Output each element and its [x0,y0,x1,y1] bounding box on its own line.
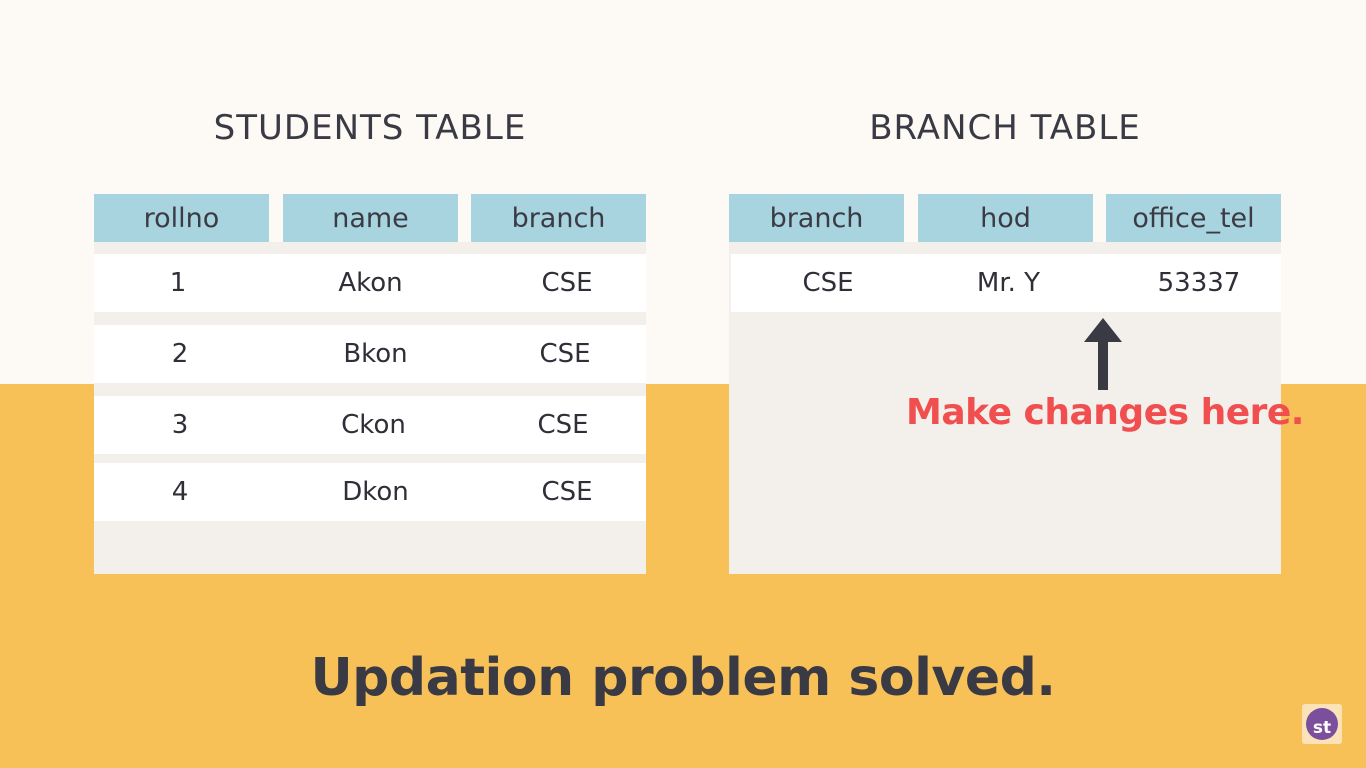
branch-cell-branch: CSE [802,268,854,298]
students-table-title: STUDENTS TABLE [213,108,527,148]
students-cell-branch: CSE [537,410,589,440]
students-cell-rollno: 3 [171,410,189,440]
students-header-name: name [283,194,458,242]
branch-header-branch: branch [729,194,904,242]
branch-table-title: BRANCH TABLE [869,108,1141,148]
students-cell-name: Akon [338,268,403,298]
students-header-branch: branch [471,194,646,242]
students-cell-branch: CSE [541,268,593,298]
students-header-rollno: rollno [94,194,269,242]
students-row: 1 Akon CSE [94,254,646,312]
students-row: 4 Dkon CSE [94,463,646,521]
branch-header-office-tel: office_tel [1106,194,1281,242]
annotation-text: Make changes here. [906,392,1304,433]
up-arrow-icon [1084,318,1122,390]
branch-header-hod: hod [918,194,1093,242]
logo-badge: st [1306,708,1338,740]
branch-cell-office-tel: 53337 [1157,268,1241,298]
logo-icon: st [1302,704,1342,744]
students-cell-name: Ckon [341,410,406,440]
students-cell-name: Bkon [343,339,408,369]
branch-cell-hod: Mr. Y [976,268,1041,298]
logo-text: st [1312,718,1332,738]
students-cell-branch: CSE [541,477,593,507]
students-cell-rollno: 2 [171,339,189,369]
branch-row: CSE Mr. Y 53337 [731,254,1281,312]
caption: Updation problem solved. [310,648,1056,708]
students-row: 3 Ckon CSE [94,396,646,454]
students-cell-rollno: 1 [169,268,187,298]
students-row: 2 Bkon CSE [94,325,646,383]
students-cell-rollno: 4 [171,477,189,507]
students-cell-branch: CSE [539,339,591,369]
students-cell-name: Dkon [342,477,409,507]
